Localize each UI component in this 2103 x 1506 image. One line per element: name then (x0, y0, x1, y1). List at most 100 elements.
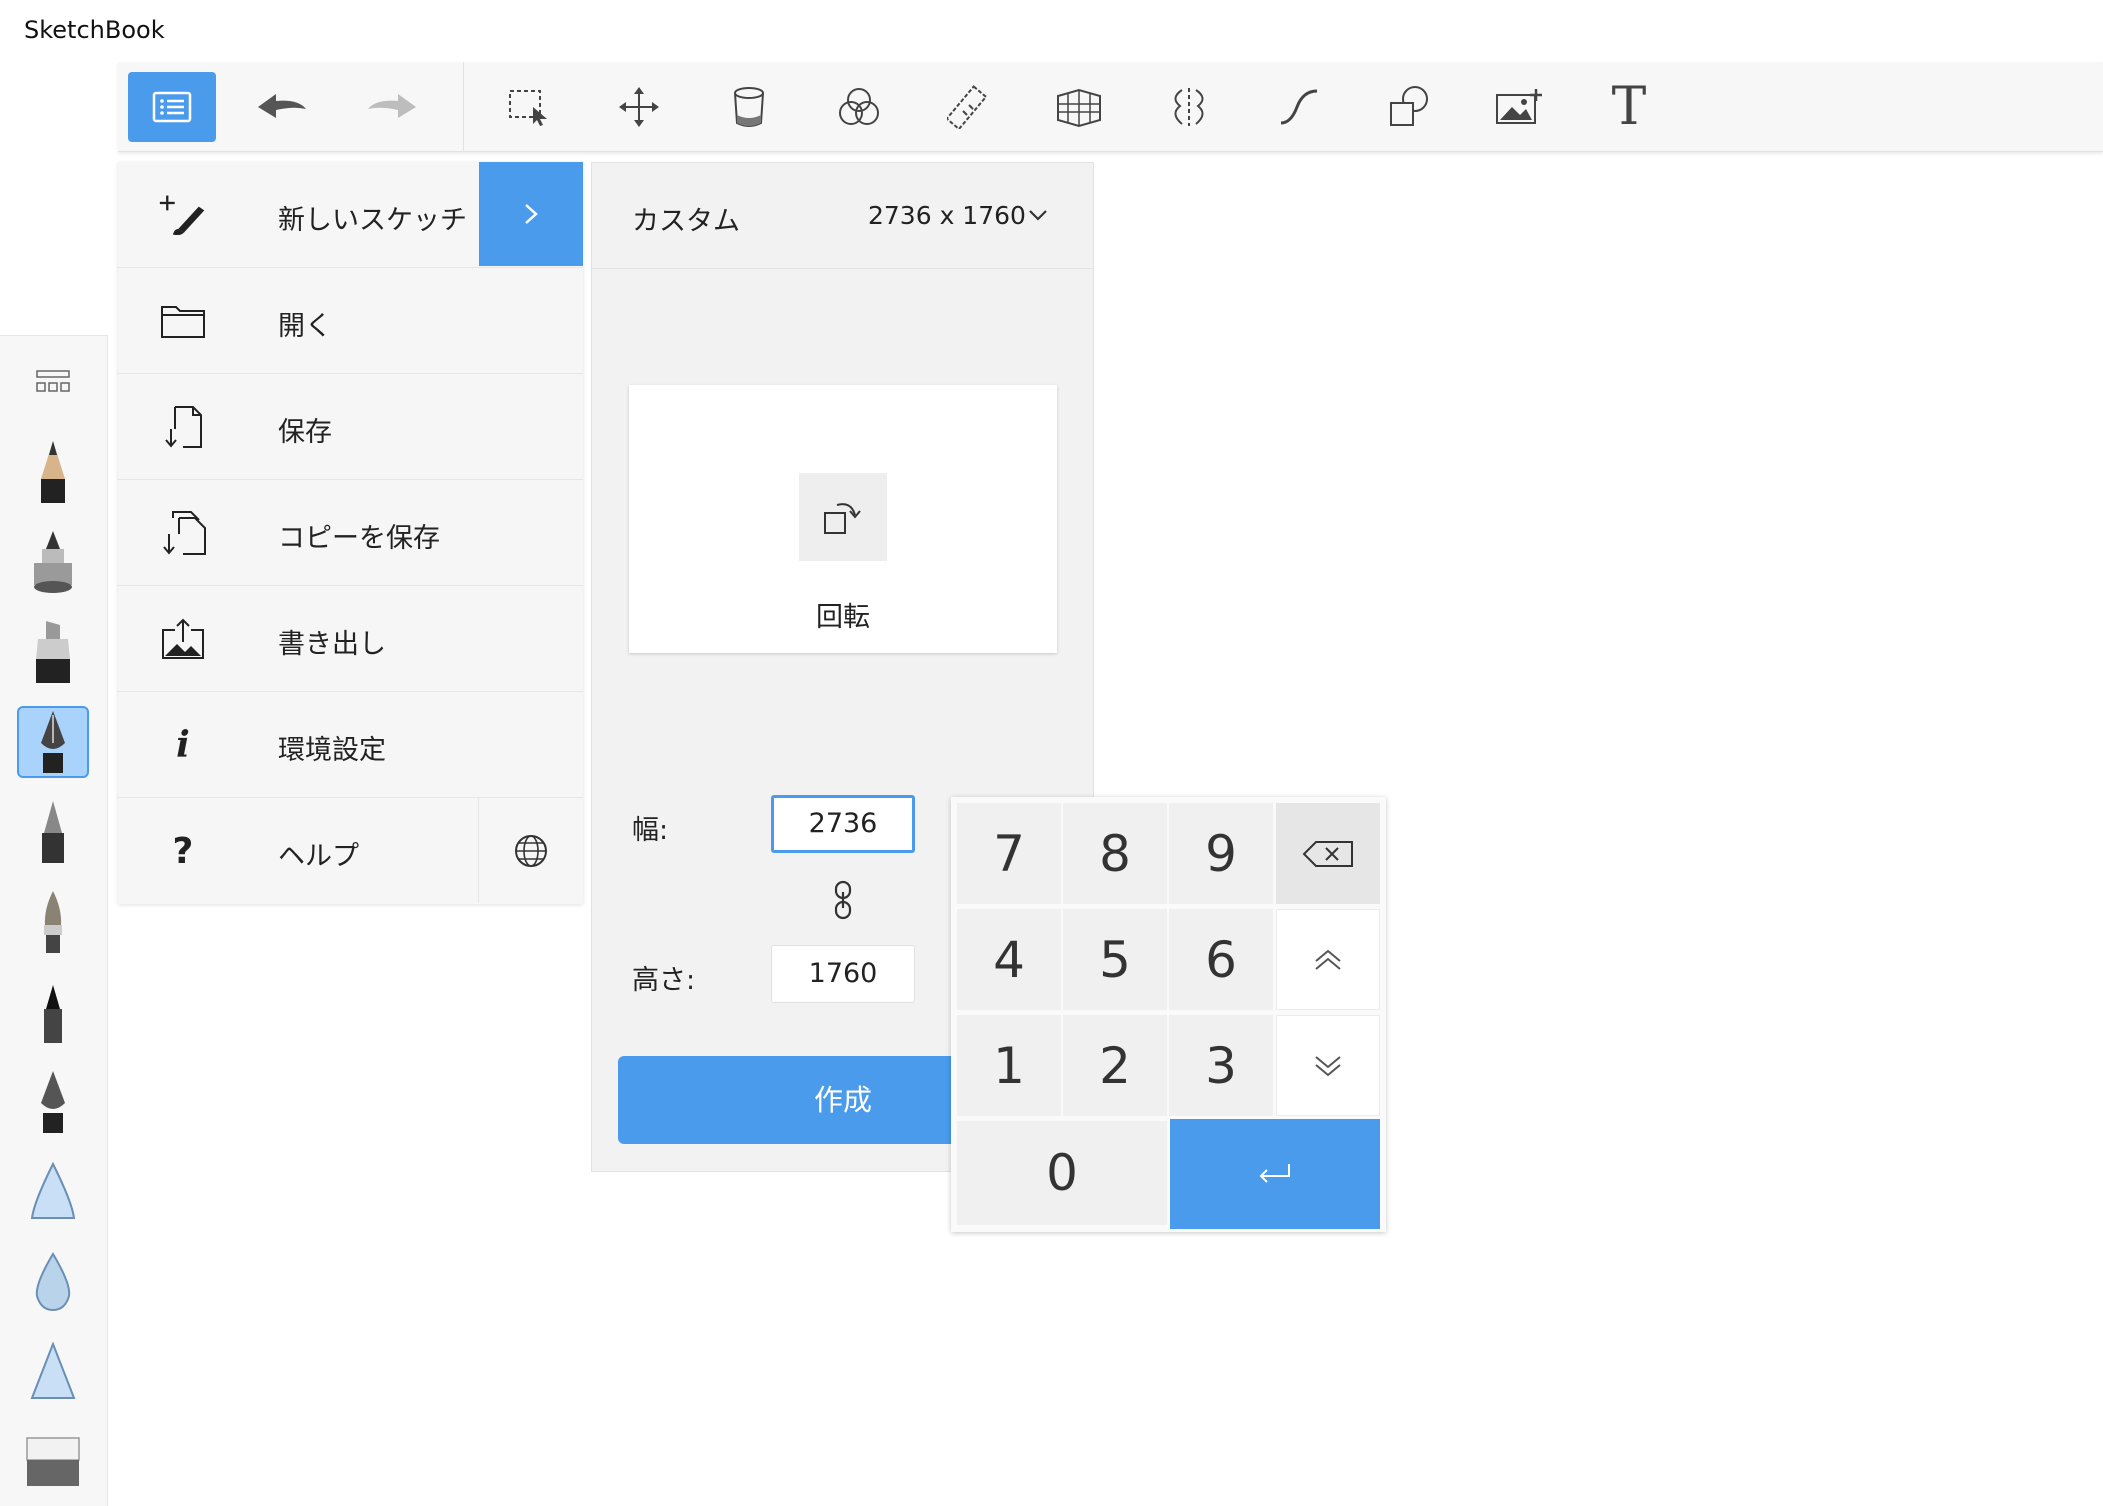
menu-item-preferences[interactable]: i 環境設定 (118, 692, 583, 798)
text-icon: T (1611, 77, 1647, 137)
menu-label: 書き出し (278, 629, 386, 660)
width-input[interactable]: 2736 (771, 795, 915, 853)
brush-paintbrush[interactable] (17, 886, 89, 958)
brush-fountain-pen[interactable] (17, 1066, 89, 1138)
curve-icon (1280, 89, 1318, 125)
redo-button[interactable] (348, 72, 436, 142)
width-label: 幅: (632, 815, 669, 846)
text-button[interactable]: T (1585, 72, 1673, 142)
menu-item-help[interactable]: ? ヘルプ (118, 798, 583, 904)
list-icon (152, 91, 192, 123)
shapes-icon (1390, 86, 1428, 126)
undo-icon (258, 94, 306, 118)
paint-bucket-icon (734, 87, 764, 127)
brush-water-drop[interactable] (17, 1246, 89, 1318)
chevron-down-icon (1029, 210, 1047, 221)
rotate-label: 回転 (816, 602, 870, 633)
color-editor-button[interactable] (815, 72, 903, 142)
key-7[interactable]: 7 (957, 803, 1061, 904)
menu-label: 新しいスケッチ (278, 205, 467, 236)
stroke-curve-button[interactable] (1255, 72, 1343, 142)
shapes-button[interactable] (1365, 72, 1453, 142)
app-title: SketchBook (24, 16, 165, 44)
chevron-right-icon (525, 204, 538, 224)
perspective-button[interactable] (1035, 72, 1123, 142)
fountain-pen-icon (41, 1071, 65, 1133)
marker-icon (36, 621, 70, 683)
menu-label: コピーを保存 (278, 523, 440, 554)
paintbrush-icon (44, 891, 62, 953)
key-5[interactable]: 5 (1063, 909, 1167, 1010)
folder-icon (158, 298, 208, 344)
key-6[interactable]: 6 (1169, 909, 1273, 1010)
save-icon (158, 404, 208, 450)
brush-inking-pen[interactable] (17, 706, 89, 778)
brush-smooth-triangle[interactable] (17, 1156, 89, 1228)
menu-item-save[interactable]: 保存 (118, 374, 583, 480)
key-9[interactable]: 9 (1169, 803, 1273, 904)
decrement-key[interactable] (1276, 1015, 1380, 1116)
chevron-up-icon (1315, 949, 1341, 970)
preset-size: 2736 x 1760 (868, 201, 1026, 230)
selection-button[interactable] (485, 72, 573, 142)
key-0[interactable]: 0 (957, 1121, 1167, 1225)
undo-button[interactable] (238, 72, 326, 142)
info-icon: i (176, 724, 190, 766)
brush-library-icon (36, 370, 70, 392)
symmetry-button[interactable] (1145, 72, 1233, 142)
rotate-card: 回転 (629, 385, 1057, 653)
brush-palette (0, 335, 108, 1506)
hard-brush-icon (30, 1342, 76, 1399)
brush-marker[interactable] (17, 616, 89, 688)
height-input[interactable]: 1760 (771, 945, 915, 1003)
menu-label: 環境設定 (278, 735, 386, 766)
image-add-icon (1496, 89, 1542, 124)
menu-label: 開く (278, 311, 332, 342)
language-button[interactable] (478, 798, 583, 903)
enter-icon (1259, 1164, 1290, 1183)
menu-item-open[interactable]: 開く (118, 268, 583, 374)
move-icon (619, 87, 659, 127)
brush-airbrush[interactable] (17, 526, 89, 598)
key-2[interactable]: 2 (1063, 1015, 1167, 1116)
rotate-button[interactable] (799, 473, 887, 561)
transform-button[interactable] (595, 72, 683, 142)
brush-pencil[interactable] (17, 436, 89, 508)
fill-button[interactable] (705, 72, 793, 142)
key-8[interactable]: 8 (1063, 803, 1167, 904)
chevron-down-double-icon (1315, 1055, 1341, 1076)
airbrush-icon (34, 531, 72, 593)
menu-list-button[interactable] (128, 72, 216, 142)
menu-item-new-sketch[interactable]: 新しいスケッチ (118, 162, 583, 268)
backspace-icon (1302, 840, 1353, 867)
numeric-keypad: 7 8 9 4 5 6 1 2 3 0 (951, 797, 1386, 1232)
menu-item-save-copy[interactable]: コピーを保存 (118, 480, 583, 586)
backspace-key[interactable] (1276, 803, 1380, 904)
menu-item-export[interactable]: 書き出し (118, 586, 583, 692)
top-toolbar: T (118, 62, 2103, 152)
brush-felt-tip[interactable] (17, 976, 89, 1048)
menu-label: ヘルプ (278, 841, 359, 872)
toolbar-separator (463, 62, 464, 152)
new-sketch-expand-button[interactable] (479, 162, 583, 266)
brush-ballpoint[interactable] (17, 796, 89, 868)
symmetry-icon (1174, 88, 1204, 126)
add-image-button[interactable] (1475, 72, 1563, 142)
brush-library-button[interactable] (17, 346, 89, 418)
key-3[interactable]: 3 (1169, 1015, 1273, 1116)
canvas-preset-dropdown[interactable]: カスタム 2736 x 1760 (592, 163, 1093, 269)
new-sketch-icon (158, 192, 208, 238)
brush-eraser[interactable] (17, 1426, 89, 1498)
save-copy-icon (158, 510, 208, 556)
key-1[interactable]: 1 (957, 1015, 1061, 1116)
color-circles-icon (839, 88, 879, 125)
brush-hard-triangle[interactable] (17, 1336, 89, 1408)
selection-icon (509, 90, 547, 126)
key-4[interactable]: 4 (957, 909, 1061, 1010)
link-icon[interactable] (830, 880, 856, 920)
ruler-button[interactable] (925, 72, 1013, 142)
increment-key[interactable] (1276, 909, 1380, 1010)
height-label: 高さ: (632, 965, 696, 996)
ink-pen-icon (41, 711, 65, 773)
enter-key[interactable] (1170, 1119, 1380, 1229)
